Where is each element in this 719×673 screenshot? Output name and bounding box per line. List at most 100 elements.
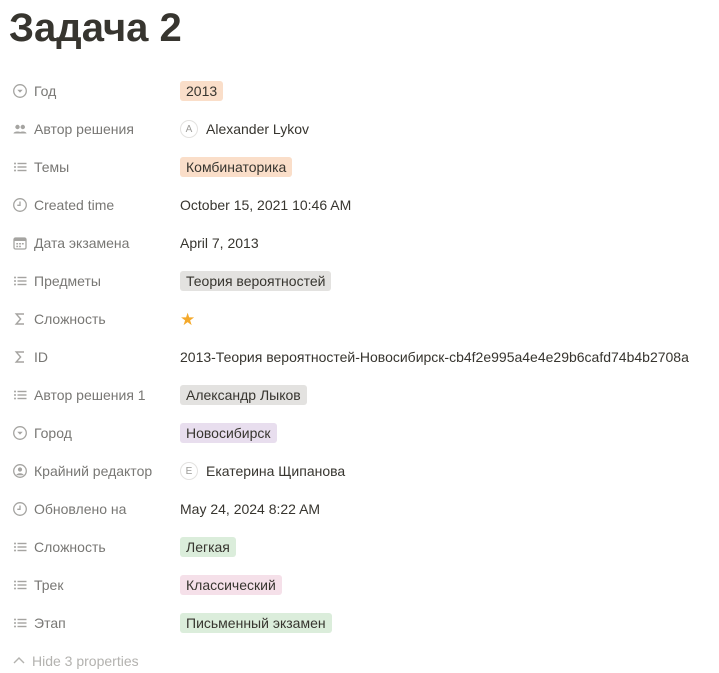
person-circle-icon xyxy=(12,463,28,479)
property-name[interactable]: Город xyxy=(12,414,172,452)
page: Задача 2 Год 2013 Автор решения A Alexander … xyxy=(0,0,719,671)
list-icon xyxy=(12,577,28,593)
property-name[interactable]: Крайний редактор xyxy=(12,452,172,490)
page-title[interactable]: Задача 2 xyxy=(9,6,182,51)
tag: 2013 xyxy=(180,81,224,101)
property-value[interactable]: October 15, 2021 10:46 AM xyxy=(180,186,351,224)
property-row[interactable]: Год 2013 xyxy=(0,72,719,110)
property-label: Сложность xyxy=(34,539,106,555)
property-name[interactable]: Обновлено на xyxy=(12,490,172,528)
person-name: Alexander Lykov xyxy=(206,121,309,137)
tag: Теория вероятностей xyxy=(180,271,332,291)
property-name[interactable]: Created time xyxy=(12,186,172,224)
property-row[interactable]: ID 2013-Теория вероятностей-Новосибирск-c… xyxy=(0,338,719,376)
list-icon xyxy=(12,387,28,403)
property-value[interactable]: Письменный экзамен xyxy=(180,604,332,642)
property-label: Сложность xyxy=(34,311,106,327)
chevron-up-icon xyxy=(13,657,25,664)
property-name[interactable]: Предметы xyxy=(12,262,172,300)
sigma-icon xyxy=(12,349,28,365)
person-chip: A Alexander Lykov xyxy=(180,120,309,138)
avatar: A xyxy=(180,120,198,138)
clock-icon xyxy=(12,197,28,213)
tag: Новосибирск xyxy=(180,423,277,443)
list-icon xyxy=(12,159,28,175)
select-icon xyxy=(12,83,28,99)
property-row[interactable]: Сложность Легкая xyxy=(0,528,719,566)
property-row[interactable]: Этап Письменный экзамен xyxy=(0,604,719,642)
property-row[interactable]: Темы Комбинаторика xyxy=(0,148,719,186)
tag: Письменный экзамен xyxy=(180,613,332,633)
property-label: Трек xyxy=(34,577,64,593)
tag: Комбинаторика xyxy=(180,157,293,177)
property-label: Год xyxy=(34,83,57,99)
property-value[interactable]: Теория вероятностей xyxy=(180,262,332,300)
hide-properties-label: Hide 3 properties xyxy=(32,653,139,669)
property-name[interactable]: Автор решения 1 xyxy=(12,376,172,414)
property-value[interactable]: ★ xyxy=(180,300,195,338)
sigma-icon xyxy=(12,311,28,327)
property-name[interactable]: Сложность xyxy=(12,300,172,338)
property-label: Дата экзамена xyxy=(34,235,130,251)
star-icon: ★ xyxy=(180,309,196,329)
property-row[interactable]: Дата экзамена April 7, 2013 xyxy=(0,224,719,262)
tag: Александр Лыков xyxy=(180,385,307,405)
property-value[interactable]: Легкая xyxy=(180,528,236,566)
property-row[interactable]: Предметы Теория вероятностей xyxy=(0,262,719,300)
property-value[interactable]: E Екатерина Щипанова xyxy=(180,452,345,490)
property-text: April 7, 2013 xyxy=(180,235,259,251)
property-row[interactable]: Автор решения A Alexander Lykov xyxy=(0,110,719,148)
list-icon xyxy=(12,539,28,555)
property-value[interactable]: April 7, 2013 xyxy=(180,224,259,262)
property-label: Предметы xyxy=(34,273,101,289)
select-icon xyxy=(12,425,28,441)
property-label: Обновлено на xyxy=(34,501,127,517)
list-icon xyxy=(12,615,28,631)
property-row[interactable]: Created time October 15, 2021 10:46 AM xyxy=(0,186,719,224)
property-label: Автор решения 1 xyxy=(34,387,146,403)
property-value[interactable]: Комбинаторика xyxy=(180,148,293,186)
properties-list: Год 2013 Автор решения A Alexander Lykov Темы… xyxy=(0,72,719,642)
property-name[interactable]: Автор решения xyxy=(12,110,172,148)
property-value[interactable]: Александр Лыков xyxy=(180,376,307,414)
person-chip: E Екатерина Щипанова xyxy=(180,462,345,480)
tag: Легкая xyxy=(180,537,236,557)
avatar: E xyxy=(180,462,198,480)
property-name[interactable]: Темы xyxy=(12,148,172,186)
property-value[interactable]: A Alexander Lykov xyxy=(180,110,309,148)
property-name[interactable]: Сложность xyxy=(12,528,172,566)
list-icon xyxy=(12,273,28,289)
property-name[interactable]: Трек xyxy=(12,566,172,604)
people-icon xyxy=(12,121,28,137)
clock-icon xyxy=(12,501,28,517)
property-name[interactable]: Год xyxy=(12,72,172,110)
property-text: May 24, 2024 8:22 AM xyxy=(180,501,321,517)
property-value[interactable]: Классический xyxy=(180,566,282,604)
property-row[interactable]: Обновлено на May 24, 2024 8:22 AM xyxy=(0,490,719,528)
property-value[interactable]: May 24, 2024 8:22 AM xyxy=(180,490,320,528)
property-text: October 15, 2021 10:46 AM xyxy=(180,197,352,213)
property-label: ID xyxy=(34,349,48,365)
property-label: Автор решения xyxy=(34,121,134,137)
property-row[interactable]: Крайний редактор E Екатерина Щипанова xyxy=(0,452,719,490)
calendar-icon xyxy=(12,235,28,251)
property-name[interactable]: Этап xyxy=(12,604,172,642)
property-name[interactable]: Дата экзамена xyxy=(12,224,172,262)
hide-properties-button[interactable]: Hide 3 properties xyxy=(12,649,139,673)
property-row[interactable]: Город Новосибирск xyxy=(0,414,719,452)
property-label: Город xyxy=(34,425,72,441)
property-row[interactable]: Трек Классический xyxy=(0,566,719,604)
person-name: Екатерина Щипанова xyxy=(206,463,346,479)
property-label: Темы xyxy=(34,159,70,175)
tag: Классический xyxy=(180,575,282,595)
property-name[interactable]: ID xyxy=(12,338,172,376)
property-label: Created time xyxy=(34,197,115,213)
property-text: 2013-Теория вероятностей-Новосибирск-cb4… xyxy=(180,349,689,365)
property-row[interactable]: Автор решения 1 Александр Лыков xyxy=(0,376,719,414)
property-value[interactable]: 2013-Теория вероятностей-Новосибирск-cb4… xyxy=(180,338,689,376)
property-row[interactable]: Сложность ★ xyxy=(0,300,719,338)
property-label: Крайний редактор xyxy=(34,463,153,479)
property-label: Этап xyxy=(34,615,66,631)
property-value[interactable]: 2013 xyxy=(180,72,224,110)
property-value[interactable]: Новосибирск xyxy=(180,414,277,452)
